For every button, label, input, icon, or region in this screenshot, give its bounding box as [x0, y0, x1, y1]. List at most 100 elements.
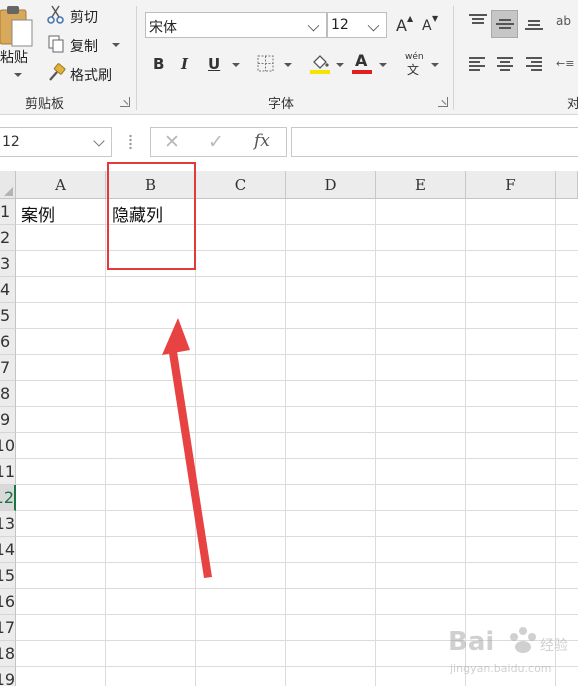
grid-hline — [16, 406, 578, 407]
column-headers: ABCDEF — [16, 171, 578, 199]
paste-label: 粘贴 — [0, 50, 28, 66]
bold-button[interactable]: B — [153, 55, 164, 73]
column-header-A[interactable]: A — [16, 171, 106, 199]
row-header-6[interactable]: 6 — [0, 329, 16, 355]
align-bottom-icon[interactable] — [525, 18, 543, 32]
row-header-7[interactable]: 7 — [0, 355, 16, 381]
copy-label: 复制 — [70, 39, 98, 55]
cancel-icon[interactable]: ✕ — [164, 131, 180, 153]
decrease-font-button[interactable]: A ▼ — [420, 14, 440, 36]
row-header-4[interactable]: 4 — [0, 277, 16, 303]
row-header-15[interactable]: 15 — [0, 563, 16, 589]
font-group-label: 字体 — [268, 97, 295, 112]
grid-hline — [16, 562, 578, 563]
scissors-icon — [47, 5, 64, 24]
increase-font-button[interactable]: A ▲ — [394, 14, 414, 36]
row-header-9[interactable]: 9 — [0, 407, 16, 433]
grid-vline — [465, 199, 466, 686]
italic-button[interactable]: I — [181, 55, 188, 73]
row-header-5[interactable]: 5 — [0, 303, 16, 329]
row-header-17[interactable]: 17 — [0, 615, 16, 641]
row-header-11[interactable]: 11 — [0, 459, 16, 485]
align-middle-button[interactable] — [491, 10, 518, 38]
column-header-D[interactable]: D — [286, 171, 376, 199]
group-divider — [136, 6, 137, 110]
border-dropdown-icon[interactable] — [284, 63, 292, 67]
svg-text:jingyan.baidu.com: jingyan.baidu.com — [449, 662, 552, 675]
column-header-F[interactable]: F — [466, 171, 556, 199]
phonetic-icon: 文 — [407, 63, 420, 77]
fill-color-dropdown-icon[interactable] — [336, 63, 344, 67]
row-header-8[interactable]: 8 — [0, 381, 16, 407]
row-header-19[interactable]: 19 — [0, 667, 16, 686]
format-painter-icon — [49, 63, 66, 81]
copy-dropdown-icon[interactable] — [112, 43, 120, 47]
font-name-combo[interactable]: 宋体 — [145, 12, 327, 38]
format-painter-button[interactable]: 格式刷 — [44, 62, 124, 84]
cut-label: 剪切 — [70, 10, 98, 26]
row-header-14[interactable]: 14 — [0, 537, 16, 563]
row-headers: 12345678910111213141516171819 — [0, 199, 16, 686]
font-color-swatch — [352, 70, 372, 74]
align-right-icon[interactable] — [526, 57, 544, 71]
font-color-dropdown-icon[interactable] — [379, 63, 387, 67]
row-header-16[interactable]: 16 — [0, 589, 16, 615]
copy-button[interactable]: 复制 — [44, 33, 124, 55]
row-header-1[interactable]: 1 — [0, 199, 16, 225]
font-size-value: 12 — [331, 17, 349, 33]
select-all-button[interactable] — [0, 171, 16, 199]
row-header-12[interactable]: 12 — [0, 485, 16, 511]
column-header-C[interactable]: C — [196, 171, 286, 199]
grid-vline — [285, 199, 286, 686]
row-header-13[interactable]: 13 — [0, 511, 16, 537]
formula-input[interactable] — [291, 127, 578, 157]
column-header-E[interactable]: E — [376, 171, 466, 199]
cell-A1[interactable]: 案例 — [21, 201, 55, 226]
chevron-down-icon[interactable] — [93, 135, 105, 147]
underline-dropdown-icon[interactable] — [232, 63, 240, 67]
font-color-button[interactable]: A — [351, 51, 373, 75]
row-header-3[interactable]: 3 — [0, 251, 16, 277]
splitter-handle[interactable] — [129, 134, 132, 150]
underline-button[interactable]: U — [208, 55, 220, 73]
chevron-down-icon[interactable] — [367, 19, 380, 32]
align-left-icon[interactable] — [469, 57, 487, 71]
formula-bar: 12 ✕ ✓ fx — [0, 115, 578, 171]
paste-button[interactable]: 粘贴 — [0, 0, 40, 88]
border-icon[interactable] — [256, 54, 276, 74]
name-box-value: 12 — [2, 134, 20, 150]
alignment-group-label: 对 — [567, 97, 578, 112]
chevron-down-icon[interactable] — [307, 19, 320, 32]
row-header-18[interactable]: 18 — [0, 641, 16, 667]
font-launcher-icon[interactable] — [438, 97, 448, 107]
name-box[interactable]: 12 — [0, 127, 112, 157]
phonetic-button[interactable]: wén 文 — [404, 52, 426, 77]
column-header-partial[interactable] — [556, 171, 578, 199]
phonetic-dropdown-icon[interactable] — [431, 63, 439, 67]
svg-text:Bai: Bai — [448, 627, 494, 657]
row-header-10[interactable]: 10 — [0, 433, 16, 459]
align-center-icon[interactable] — [497, 57, 515, 71]
paste-dropdown-icon[interactable] — [14, 73, 22, 77]
grid-vline — [195, 199, 196, 686]
clipboard-launcher-icon[interactable] — [120, 97, 130, 107]
grid-hline — [16, 302, 578, 303]
grid-hline — [16, 536, 578, 537]
highlight-box — [107, 162, 196, 270]
cells-area[interactable]: 案例 隐藏列 — [16, 199, 578, 686]
font-size-combo[interactable]: 12 — [327, 12, 387, 38]
grid-hline — [16, 458, 578, 459]
font-name-value: 宋体 — [149, 20, 177, 36]
decrease-indent-icon[interactable]: ←≡ — [556, 57, 578, 73]
align-top-icon[interactable] — [469, 14, 487, 28]
format-painter-label: 格式刷 — [70, 68, 112, 84]
insert-function-button[interactable]: fx — [254, 131, 270, 151]
enter-icon[interactable]: ✓ — [208, 131, 224, 153]
fill-color-icon[interactable] — [309, 52, 331, 74]
svg-text:经验: 经验 — [540, 638, 568, 654]
cut-button[interactable]: 剪切 — [44, 4, 104, 26]
group-divider — [453, 6, 454, 110]
grid-hline — [16, 510, 578, 511]
row-header-2[interactable]: 2 — [0, 225, 16, 251]
orientation-icon[interactable]: ab — [556, 14, 578, 34]
